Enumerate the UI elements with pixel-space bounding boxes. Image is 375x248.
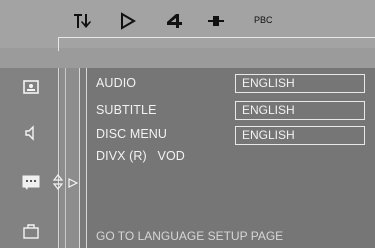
audio-label[interactable]: AUDIO — [96, 76, 136, 90]
nav-column-divider — [65, 68, 66, 248]
up-down-arrows-icon[interactable] — [52, 174, 64, 190]
divx-vod-label[interactable]: DIVX (R) VOD — [96, 149, 185, 163]
general-setup-icon[interactable] — [22, 78, 40, 96]
pbc-label[interactable]: PBC — [254, 15, 273, 25]
toolbar-divider-vertical — [58, 37, 59, 51]
top-toolbar: PBC — [0, 0, 375, 51]
language-setup-icon[interactable] — [22, 173, 40, 191]
subtitle-value[interactable]: ENGLISH — [235, 101, 365, 120]
setup-screen: PBC AUDIO ENGLISH SUBTITLE ENGLISH DISC … — [0, 0, 375, 248]
audio-value[interactable]: ENGLISH — [235, 74, 365, 93]
settings-tools-icon[interactable] — [72, 12, 94, 30]
audio-4-icon[interactable] — [165, 12, 183, 30]
right-arrow-icon[interactable] — [68, 178, 78, 188]
disc-menu-value[interactable]: ENGLISH — [235, 126, 365, 145]
play-icon[interactable] — [120, 12, 136, 30]
footer-hint: GO TO LANGUAGE SETUP PAGE — [96, 229, 284, 243]
toolbar-divider — [58, 37, 375, 38]
subtitle-label[interactable]: SUBTITLE — [96, 103, 157, 117]
preference-setup-icon[interactable] — [22, 222, 40, 240]
audio-setup-icon[interactable] — [22, 124, 40, 142]
speaker-icon[interactable] — [208, 12, 224, 30]
disc-menu-label[interactable]: DISC MENU — [96, 127, 167, 141]
panel-border — [86, 68, 87, 248]
sidebar-border — [58, 68, 59, 248]
navigation-column — [60, 68, 80, 248]
